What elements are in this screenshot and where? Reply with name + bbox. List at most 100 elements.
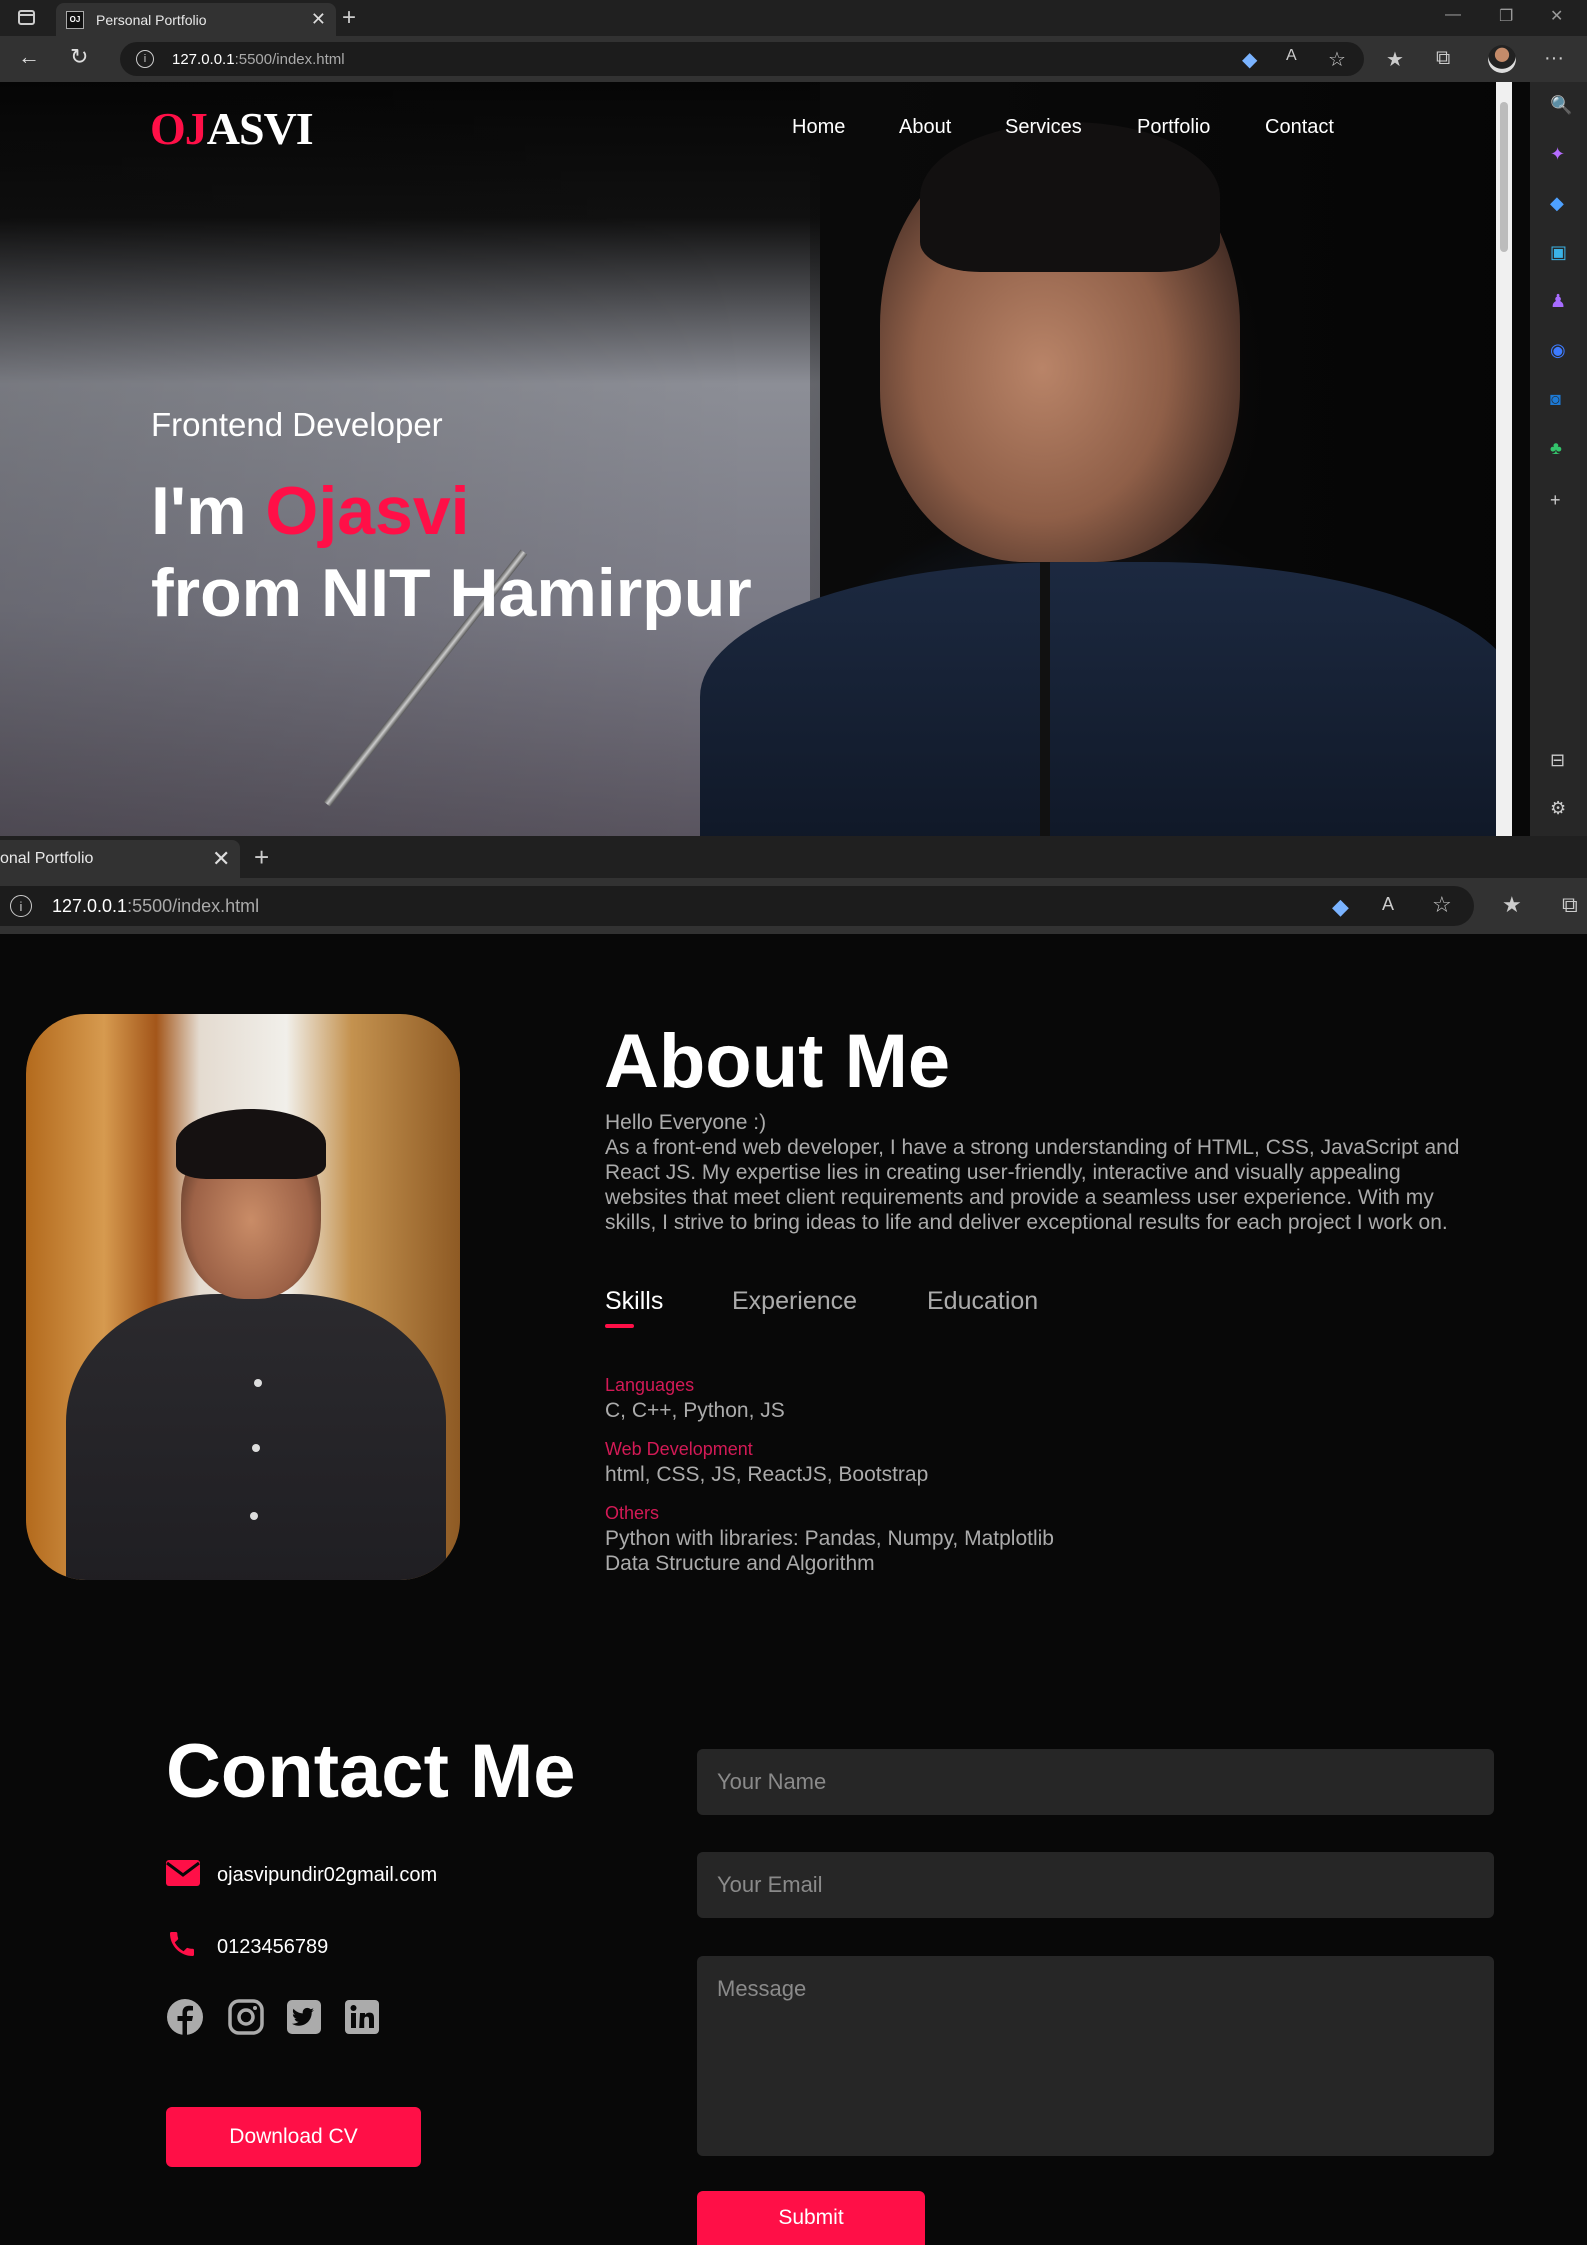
- hero-line2: from NIT Hamirpur: [151, 555, 752, 631]
- skill-heading-others: Others: [605, 1503, 660, 1523]
- about-greeting: Hello Everyone :): [605, 1111, 767, 1134]
- submit-button[interactable]: Submit: [697, 2191, 925, 2245]
- logo-red-part: OJ: [150, 103, 208, 154]
- url-path-2: :5500/index.html: [127, 895, 260, 916]
- photo-hair: [176, 1109, 326, 1179]
- hero-subtitle: Frontend Developer: [151, 406, 443, 443]
- browser-tabstrip: OJ Personal Portfolio ✕ + — ❐ ✕: [0, 0, 1587, 36]
- nav-home[interactable]: Home: [792, 116, 845, 139]
- url-path: :5500/index.html: [234, 50, 345, 68]
- back-icon[interactable]: ←: [18, 44, 40, 70]
- outlook-icon[interactable]: ◙: [1550, 389, 1561, 410]
- shirt-button: [252, 1444, 260, 1452]
- shopping-icon[interactable]: ◆: [1550, 193, 1564, 214]
- read-aloud-icon-2[interactable]: A: [1382, 894, 1394, 915]
- close-window-icon[interactable]: ✕: [1550, 6, 1563, 26]
- skill-value-languages: C, C++, Python, JS: [605, 1399, 785, 1422]
- browser-tab-2[interactable]: onal Portfolio ✕: [0, 840, 240, 878]
- active-tab-underline: [605, 1324, 634, 1328]
- site-logo[interactable]: OJASVI: [150, 102, 314, 155]
- url-host-2: 127.0.0.1: [52, 895, 128, 916]
- contact-email[interactable]: ojasvipundir02gmail.com: [217, 1864, 437, 1887]
- shopping-tag-icon-2[interactable]: ◆: [1332, 894, 1349, 920]
- shirt-button: [250, 1512, 258, 1520]
- skill-value-others-1: Python with libraries: Pandas, Numpy, Ma…: [605, 1527, 1054, 1550]
- nav-contact[interactable]: Contact: [1265, 116, 1334, 139]
- hero-person-body: [700, 562, 1512, 836]
- tab-skills[interactable]: Skills: [605, 1287, 663, 1316]
- twitter-icon[interactable]: [285, 1998, 323, 2036]
- hero-heading: I'm Ojasvi from NIT Hamirpur: [151, 470, 752, 634]
- browser-toolbar-2: i 127.0.0.1:5500/index.html ◆ A ☆ ★ ⧉: [0, 878, 1587, 934]
- address-bar-2[interactable]: i 127.0.0.1:5500/index.html: [0, 886, 1474, 926]
- add-favorite-icon[interactable]: ☆: [1328, 47, 1346, 72]
- shopping-tag-icon[interactable]: ◆: [1242, 47, 1257, 72]
- new-tab-icon-2[interactable]: +: [254, 842, 269, 873]
- collections-icon[interactable]: ⧉: [1436, 47, 1450, 70]
- read-aloud-icon[interactable]: A: [1286, 47, 1297, 65]
- hide-sidebar-icon[interactable]: ⊟: [1550, 750, 1565, 771]
- about-paragraph: As a front-end web developer, I have a s…: [605, 1136, 1460, 1234]
- nav-portfolio[interactable]: Portfolio: [1137, 116, 1210, 139]
- favorites-icon-2[interactable]: ★: [1502, 892, 1522, 918]
- url-host: 127.0.0.1: [172, 50, 235, 68]
- address-bar[interactable]: i 127.0.0.1:5500/index.html: [120, 42, 1364, 76]
- restore-icon[interactable]: ❐: [1499, 6, 1513, 26]
- instagram-icon[interactable]: [227, 1998, 265, 2036]
- message-textarea[interactable]: [697, 1956, 1494, 2156]
- browser-tabstrip-2: onal Portfolio ✕ +: [0, 836, 1587, 878]
- reload-icon[interactable]: ↻: [70, 44, 88, 70]
- photo-body: [66, 1294, 446, 1580]
- site-info-icon[interactable]: i: [136, 50, 154, 68]
- close-tab-icon[interactable]: ✕: [311, 9, 326, 30]
- add-sidebar-app-icon[interactable]: +: [1550, 490, 1561, 511]
- skill-value-webdev: html, CSS, JS, ReactJS, Bootstrap: [605, 1463, 929, 1486]
- email-input[interactable]: [697, 1852, 1494, 1918]
- search-icon[interactable]: 🔍: [1550, 95, 1572, 116]
- name-input[interactable]: [697, 1749, 1494, 1815]
- tab-title: Personal Portfolio: [96, 11, 207, 28]
- nav-services[interactable]: Services: [1005, 116, 1082, 139]
- skill-value-others-2: Data Structure and Algorithm: [605, 1552, 875, 1575]
- tools-icon[interactable]: ▣: [1550, 242, 1567, 263]
- games-icon[interactable]: ♟: [1550, 291, 1566, 312]
- contact-phone[interactable]: 0123456789: [217, 1936, 328, 1959]
- page-scrollbar[interactable]: [1496, 82, 1512, 836]
- browser-toolbar: ← ↻ i 127.0.0.1:5500/index.html ◆ A ☆ ★ …: [0, 36, 1587, 82]
- skill-heading-webdev: Web Development: [605, 1439, 753, 1459]
- phone-icon: [170, 1932, 194, 1956]
- linkedin-icon[interactable]: [343, 1998, 381, 2036]
- settings-gear-icon[interactable]: ⚙: [1550, 798, 1566, 819]
- close-tab-icon-2[interactable]: ✕: [212, 846, 230, 872]
- hero-person-hair: [920, 122, 1220, 272]
- microphone-stand-2: [1040, 562, 1050, 836]
- skill-heading-languages: Languages: [605, 1375, 695, 1395]
- hero-section: [0, 82, 1512, 836]
- facebook-icon[interactable]: [166, 1998, 204, 2036]
- more-options-icon[interactable]: ···: [1544, 47, 1564, 70]
- tab-experience[interactable]: Experience: [732, 1287, 857, 1316]
- tab-education[interactable]: Education: [927, 1287, 1038, 1316]
- about-photo: [26, 1014, 460, 1580]
- shirt-button: [254, 1379, 262, 1387]
- minimize-icon[interactable]: —: [1445, 6, 1461, 24]
- collections-icon-2[interactable]: ⧉: [1562, 892, 1578, 918]
- site-info-icon-2[interactable]: i: [10, 895, 32, 917]
- envelope-icon: [166, 1860, 200, 1886]
- profile-avatar[interactable]: [1488, 45, 1516, 73]
- add-favorite-icon-2[interactable]: ☆: [1432, 892, 1452, 918]
- about-text: Hello Everyone :) As a front-end web dev…: [605, 1110, 1485, 1235]
- download-cv-button[interactable]: Download CV: [166, 2107, 421, 2167]
- copilot-icon[interactable]: ✦: [1550, 144, 1565, 165]
- favicon: OJ: [66, 10, 84, 29]
- favorites-icon[interactable]: ★: [1386, 47, 1404, 72]
- contact-title: Contact Me: [166, 1729, 576, 1814]
- logo-white-part: ASVI: [206, 103, 314, 154]
- nav-about[interactable]: About: [899, 116, 951, 139]
- office-icon[interactable]: ◉: [1550, 340, 1566, 361]
- tab-actions-icon[interactable]: [18, 10, 35, 25]
- drop-icon[interactable]: ♣: [1550, 438, 1562, 459]
- browser-tab[interactable]: OJ Personal Portfolio ✕: [56, 3, 336, 36]
- hero-greeting: I'm: [151, 473, 266, 549]
- new-tab-icon[interactable]: +: [342, 4, 356, 32]
